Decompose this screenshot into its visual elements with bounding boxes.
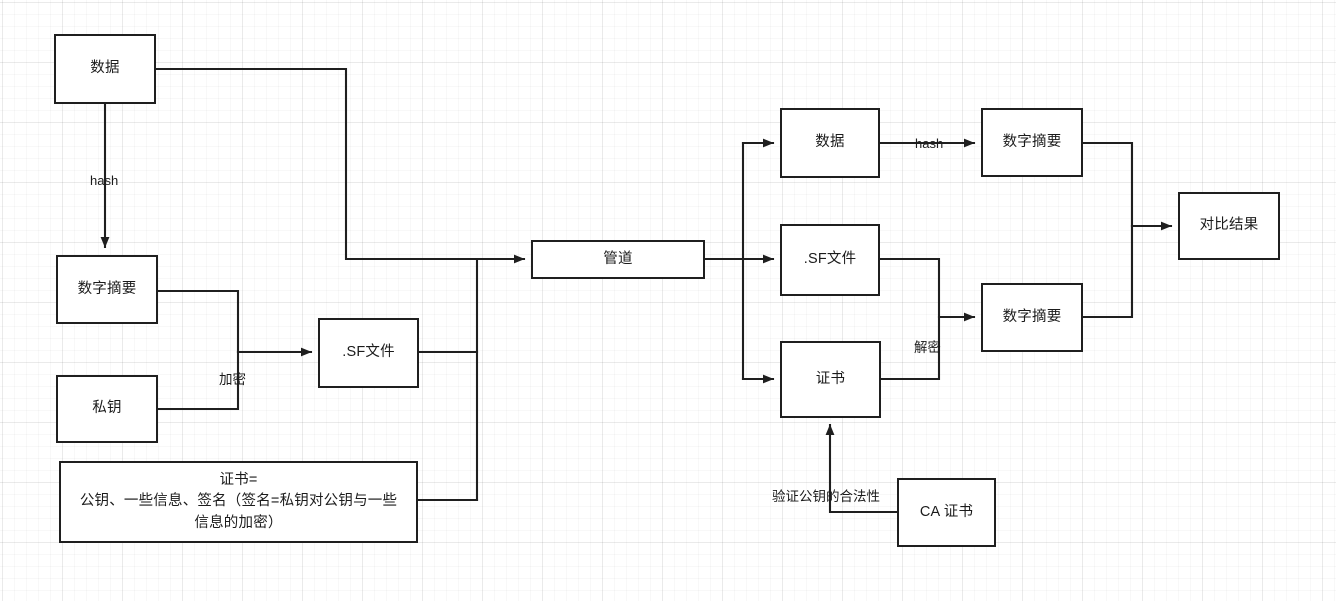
node-certificate-definition[interactable]: 证书= 公钥、一些信息、签名（签名=私钥对公钥与一些信息的加密） [59,461,418,543]
node-label: 对比结果 [1199,217,1259,234]
edge-label-text: 加密 [219,372,246,387]
edge-label-text: 解密 [914,340,941,355]
node-sf-file-left[interactable]: .SF文件 [318,318,419,388]
node-compare-result[interactable]: 对比结果 [1178,192,1280,260]
node-digest-left[interactable]: 数字摘要 [56,255,158,324]
node-label: .SF文件 [342,344,395,361]
node-label: 数据 [90,60,120,77]
node-label: 数据 [815,134,845,151]
edge-data-to-pipeline [154,67,479,261]
node-label: 证书 [815,370,846,387]
node-certificate[interactable]: 证书 [780,341,881,418]
edge-label-verify-public-key: 验证公钥的合法性 [772,489,880,505]
edge-digesttop-to-compare [1081,141,1134,228]
diagram-canvas: 数据 数字摘要 私钥 .SF文件 证书= 公钥、一些信息、签名（签名=私钥对公钥… [0,0,1336,601]
node-label: 数字摘要 [1002,133,1062,150]
edge-label-text: hash [915,136,944,151]
node-label: 数字摘要 [1002,308,1062,325]
edge-label-encrypt: 加密 [219,372,246,388]
edge-label-text: 验证公钥的合法性 [772,489,880,504]
node-data-received[interactable]: 数据 [780,108,880,178]
edge-label-hash-right: hash [915,136,943,152]
node-label: CA 证书 [919,503,974,520]
edge-label-hash-left: hash [90,173,118,189]
edge-digestbottom-to-compare [1081,224,1134,319]
node-sf-file-right[interactable]: .SF文件 [780,224,880,296]
node-label: .SF文件 [803,251,857,268]
edge-digest-to-encrypt [156,289,240,354]
node-private-key[interactable]: 私钥 [56,375,158,443]
node-data-source[interactable]: 数据 [54,34,156,104]
node-pipeline[interactable]: 管道 [531,240,705,279]
node-label: 管道 [603,250,633,267]
edge-sffile-to-digest [878,257,976,322]
node-digest-bottom-right[interactable]: 数字摘要 [981,283,1083,352]
node-label: 私钥 [92,400,122,417]
node-ca-certificate[interactable]: CA 证书 [897,478,996,547]
node-label: 数字摘要 [77,280,137,297]
node-label: 证书= 公钥、一些信息、签名（签名=私钥对公钥与一些信息的加密） [79,472,398,531]
edge-label-decrypt: 解密 [914,340,941,356]
node-digest-top-right[interactable]: 数字摘要 [981,108,1083,177]
edge-label-text: hash [90,173,119,188]
